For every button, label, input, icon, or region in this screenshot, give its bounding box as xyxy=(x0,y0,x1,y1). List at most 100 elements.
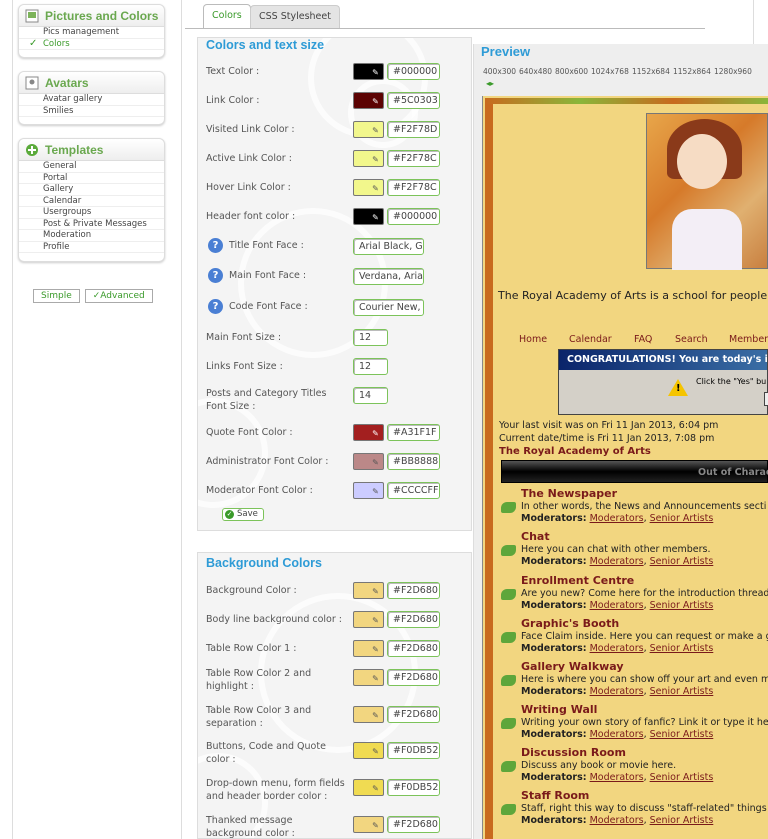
help-icon[interactable]: ? xyxy=(208,238,223,253)
resolution-arrows[interactable]: ◂▸ xyxy=(486,79,494,88)
color-swatch[interactable]: ✎ xyxy=(353,150,384,167)
moderators-link[interactable]: Moderators xyxy=(590,556,644,567)
color-swatch[interactable]: ✎ xyxy=(353,179,384,196)
color-hex-input[interactable]: #A31F1F xyxy=(387,424,440,441)
sidebar-item-avatar-gallery[interactable]: Avatar gallery xyxy=(19,94,164,106)
color-hex-input[interactable]: #BB8888 xyxy=(387,453,440,470)
sidebar-templates-header[interactable]: Templates xyxy=(19,139,164,161)
color-swatch[interactable]: ✎ xyxy=(353,742,384,759)
senior-artists-link[interactable]: Senior Artists xyxy=(650,600,714,611)
preview-nav-item[interactable]: Member xyxy=(729,334,768,345)
resolution-option[interactable]: 640x480 xyxy=(519,67,552,76)
color-hex-input[interactable]: #000000 xyxy=(387,208,440,225)
sidebar-item-gallery[interactable]: Gallery xyxy=(19,184,164,196)
sidebar-item-moderation[interactable]: Moderation xyxy=(19,230,164,242)
senior-artists-link[interactable]: Senior Artists xyxy=(650,815,714,826)
moderators-link[interactable]: Moderators xyxy=(590,600,644,611)
color-hex-input[interactable]: #F2D680 xyxy=(387,706,440,723)
moderators-link[interactable]: Moderators xyxy=(590,686,644,697)
preview-nav-item[interactable]: FAQ xyxy=(634,334,652,345)
sidebar-item-calendar[interactable]: Calendar xyxy=(19,196,164,207)
color-hex-input[interactable]: #000000 xyxy=(387,63,440,80)
senior-artists-link[interactable]: Senior Artists xyxy=(650,556,714,567)
resolution-option[interactable]: 800x600 xyxy=(555,67,588,76)
color-hex-input[interactable]: #F0DB52 xyxy=(387,742,440,759)
sidebar-item-colors[interactable]: ✓ Colors xyxy=(19,38,164,50)
resolution-option[interactable]: 1152x864 xyxy=(673,67,711,76)
resolution-option[interactable]: 1280x960 xyxy=(714,67,752,76)
size-input[interactable]: 12 xyxy=(353,329,388,346)
color-swatch[interactable]: ✎ xyxy=(353,63,384,80)
forum-name[interactable]: Discussion Room xyxy=(521,746,626,759)
color-swatch[interactable]: ✎ xyxy=(353,208,384,225)
preview-nav-item[interactable]: Calendar xyxy=(569,334,612,345)
resolution-option[interactable]: 1152x684 xyxy=(632,67,670,76)
advanced-button[interactable]: ✓Advanced xyxy=(84,289,153,303)
help-icon[interactable]: ? xyxy=(208,268,223,283)
color-hex-input[interactable]: #F2D680 xyxy=(387,816,440,833)
senior-artists-link[interactable]: Senior Artists xyxy=(650,729,714,740)
sidebar-item-profile[interactable]: Profile xyxy=(19,242,164,253)
moderators-link[interactable]: Moderators xyxy=(590,643,644,654)
color-swatch[interactable]: ✎ xyxy=(353,453,384,470)
simple-button[interactable]: Simple xyxy=(33,289,80,303)
forum-name[interactable]: Staff Room xyxy=(521,789,589,802)
senior-artists-link[interactable]: Senior Artists xyxy=(650,513,714,524)
color-hex-input[interactable]: #F0DB52 xyxy=(387,779,440,796)
color-hex-input[interactable]: #F2D680 xyxy=(387,611,440,628)
color-swatch[interactable]: ✎ xyxy=(353,706,384,723)
moderators-link[interactable]: Moderators xyxy=(590,513,644,524)
forum-name[interactable]: Enrollment Centre xyxy=(521,574,634,587)
font-face-input[interactable]: Verdana, Aria xyxy=(353,268,424,285)
preview-nav-item[interactable]: Search xyxy=(675,334,708,345)
color-hex-input[interactable]: #F2D680 xyxy=(387,582,440,599)
sidebar-item-portal[interactable]: Portal xyxy=(19,173,164,184)
sidebar-item-smilies[interactable]: Smilies xyxy=(19,106,164,117)
font-face-input[interactable]: Arial Black, G xyxy=(353,238,424,255)
help-icon[interactable]: ? xyxy=(208,299,223,314)
forum-name[interactable]: Gallery Walkway xyxy=(521,660,624,673)
color-hex-input[interactable]: #5C0303 xyxy=(387,92,440,109)
moderators-link[interactable]: Moderators xyxy=(590,729,644,740)
resolution-option[interactable]: 400x300 xyxy=(483,67,516,76)
color-swatch[interactable]: ✎ xyxy=(353,640,384,657)
color-swatch[interactable]: ✎ xyxy=(353,582,384,599)
color-hex-input[interactable]: #F2D680 xyxy=(387,640,440,657)
color-hex-input[interactable]: #F2F78D xyxy=(387,121,440,138)
site-name-link[interactable]: The Royal Academy of Arts xyxy=(499,446,651,457)
sidebar-item-usergroups[interactable]: Usergroups xyxy=(19,207,164,219)
senior-artists-link[interactable]: Senior Artists xyxy=(650,686,714,697)
senior-artists-link[interactable]: Senior Artists xyxy=(650,643,714,654)
color-hex-input[interactable]: #F2F78C xyxy=(387,179,440,196)
tab-colors[interactable]: Colors xyxy=(203,4,251,29)
color-hex-input[interactable]: #F2F78C xyxy=(387,150,440,167)
sidebar-pictures-header[interactable]: Pictures and Colors xyxy=(19,5,164,27)
color-swatch[interactable]: ✎ xyxy=(353,611,384,628)
size-input[interactable]: 12 xyxy=(353,358,388,375)
save-button[interactable]: ✓ Save xyxy=(222,508,264,521)
sidebar-item-post-pm[interactable]: Post & Private Messages xyxy=(19,219,164,230)
color-hex-input[interactable]: #F2D680 xyxy=(387,669,440,686)
size-input[interactable]: 14 xyxy=(353,387,388,404)
preview-nav-item[interactable]: Home xyxy=(519,334,547,345)
color-swatch[interactable]: ✎ xyxy=(353,669,384,686)
tab-css-stylesheet[interactable]: CSS Stylesheet xyxy=(250,5,340,28)
senior-artists-link[interactable]: Senior Artists xyxy=(650,772,714,783)
forum-name[interactable]: Graphic's Booth xyxy=(521,617,619,630)
color-swatch[interactable]: ✎ xyxy=(353,816,384,833)
color-swatch[interactable]: ✎ xyxy=(353,424,384,441)
sidebar-item-general[interactable]: General xyxy=(19,161,164,173)
forum-name[interactable]: The Newspaper xyxy=(521,487,617,500)
moderators-link[interactable]: Moderators xyxy=(590,772,644,783)
color-swatch[interactable]: ✎ xyxy=(353,121,384,138)
resolution-option[interactable]: 1024x768 xyxy=(591,67,629,76)
sidebar-item-pics-management[interactable]: Pics management xyxy=(19,27,164,39)
color-hex-input[interactable]: #CCCCFF xyxy=(387,482,440,499)
font-face-input[interactable]: Courier New, xyxy=(353,299,424,316)
forum-name[interactable]: Writing Wall xyxy=(521,703,597,716)
dialog-button[interactable] xyxy=(764,392,768,406)
sidebar-avatars-header[interactable]: Avatars xyxy=(19,72,164,94)
moderators-link[interactable]: Moderators xyxy=(590,815,644,826)
color-swatch[interactable]: ✎ xyxy=(353,482,384,499)
color-swatch[interactable]: ✎ xyxy=(353,92,384,109)
